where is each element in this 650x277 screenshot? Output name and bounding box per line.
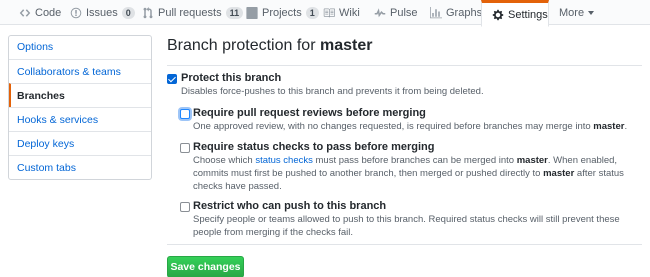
status-checks-note-branch2: master — [543, 168, 575, 179]
tab-label: Graphs — [446, 6, 483, 19]
gear-icon — [492, 8, 504, 21]
projects-count-badge: 1 — [305, 6, 319, 19]
page-title: Branch protection for master — [167, 35, 642, 66]
status-checks-note-a: Choose which — [193, 155, 253, 166]
tab-label: Pulse — [390, 6, 418, 19]
restrict-push-checkbox[interactable] — [180, 202, 190, 212]
tab-label: More — [559, 6, 585, 19]
tab-graphs[interactable]: Graphs — [425, 0, 486, 25]
pulse-icon — [373, 6, 386, 19]
tab-code[interactable]: Code — [14, 0, 65, 25]
sidebar-item-hooks[interactable]: Hooks & services — [9, 107, 151, 131]
tab-issues[interactable]: Issues 0 — [65, 0, 139, 25]
require-reviews-note-text: One approved review, with no changes req… — [193, 121, 591, 132]
tab-settings[interactable]: Settings — [481, 0, 549, 27]
graph-icon — [429, 6, 442, 19]
protect-branch-checkbox[interactable] — [167, 74, 177, 84]
project-icon — [245, 6, 258, 19]
book-icon — [322, 6, 335, 19]
status-checks-note-b: must pass before branches can be merged … — [315, 155, 515, 166]
require-status-checks-checkbox[interactable] — [180, 143, 190, 153]
issues-count-badge: 0 — [121, 6, 135, 19]
sidebar-item-collaborators[interactable]: Collaborators & teams — [9, 59, 151, 83]
tab-label: Pull requests — [158, 6, 222, 19]
save-changes-button[interactable]: Save changes — [167, 256, 244, 277]
tab-wiki[interactable]: Wiki — [318, 0, 364, 25]
page-title-prefix: Branch protection for — [167, 37, 316, 54]
tab-pulse[interactable]: Pulse — [369, 0, 422, 25]
tab-label: Code — [35, 6, 62, 19]
sidebar-item-deploy-keys[interactable]: Deploy keys — [9, 131, 151, 155]
protect-branch-note: Disables force-pushes to this branch and… — [181, 86, 484, 97]
restrict-push-label: Restrict who can push to this branch — [193, 200, 387, 212]
branch-protection-panel: Branch protection for master — [167, 35, 642, 66]
tab-projects[interactable]: Projects 1 — [241, 0, 323, 25]
sidebar-item-branches[interactable]: Branches — [9, 83, 151, 107]
tab-more[interactable]: More — [555, 0, 598, 25]
sidebar-item-options[interactable]: Options — [9, 36, 151, 59]
sidebar-item-custom-tabs[interactable]: Custom tabs — [9, 155, 151, 179]
repo-nav: Code Issues 0 Pull requests 11 Projects … — [0, 0, 650, 27]
require-status-checks-label: Require status checks to pass before mer… — [193, 141, 435, 153]
require-reviews-checkbox[interactable] — [180, 109, 190, 119]
code-icon — [18, 6, 31, 19]
status-checks-link[interactable]: status checks — [255, 155, 313, 166]
tab-label: Wiki — [339, 6, 360, 19]
require-reviews-note-branch: master — [593, 121, 625, 132]
issue-icon — [69, 6, 82, 19]
tab-label: Issues — [86, 6, 118, 19]
chevron-down-icon — [588, 10, 595, 15]
tab-pull-requests[interactable]: Pull requests 11 — [137, 0, 247, 25]
require-status-checks-note: Choose which status checks must pass bef… — [193, 154, 641, 193]
require-reviews-note: One approved review, with no changes req… — [193, 120, 643, 133]
pull-request-icon — [141, 6, 154, 19]
divider — [167, 244, 642, 245]
require-reviews-label: Require pull request reviews before merg… — [193, 107, 426, 119]
require-reviews-note-end: . — [624, 121, 628, 132]
settings-sidebar: Options Collaborators & teams Branches H… — [8, 35, 152, 180]
tab-label: Projects — [262, 6, 302, 19]
tab-label: Settings — [508, 8, 548, 21]
restrict-push-note: Specify people or teams allowed to push … — [193, 214, 620, 238]
status-checks-note-branch: master — [516, 155, 548, 166]
protect-branch-label: Protect this branch — [181, 72, 282, 84]
page-title-branch: master — [319, 37, 373, 54]
